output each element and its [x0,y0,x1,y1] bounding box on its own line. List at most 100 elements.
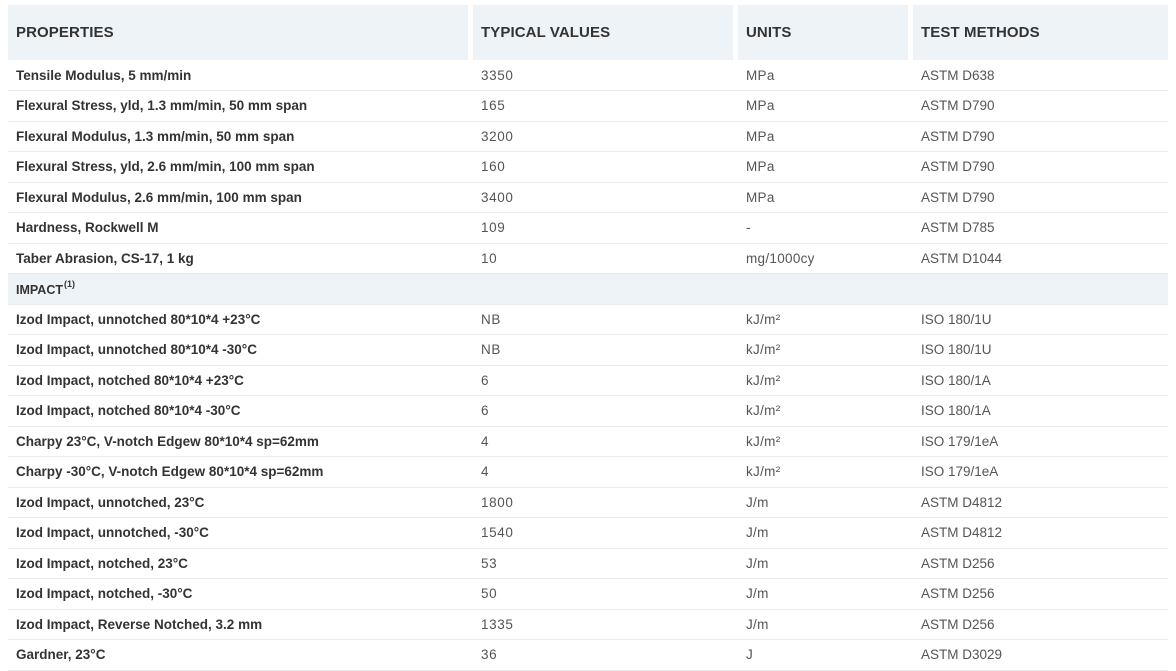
value-cell: 4 [473,457,738,488]
property-cell: Charpy 23°C, V-notch Edgew 80*10*4 sp=62… [8,427,473,457]
header-test-methods: TEST METHODS [913,5,1168,60]
property-cell: Gardner, 23°C [8,640,473,671]
value-cell: 3400 [473,183,738,213]
unit-cell: mg/1000cy [738,244,913,274]
value-cell: 1800 [473,488,738,518]
table-row: Izod Impact, unnotched, 23°C 1800 J/m AS… [8,488,1168,518]
value-cell: 50 [473,579,738,610]
test-method-cell: ASTM D790 [913,122,1168,152]
table-row: Izod Impact, notched 80*10*4 -30°C 6 kJ/… [8,396,1168,427]
table-row: Izod Impact, notched 80*10*4 +23°C 6 kJ/… [8,366,1168,396]
unit-cell: kJ/m² [738,457,913,488]
test-method-cell: ASTM D256 [913,610,1168,640]
value-cell: 36 [473,640,738,671]
test-method-cell: ASTM D790 [913,183,1168,213]
section-empty-cell [738,274,913,305]
test-method-cell: ASTM D638 [913,60,1168,91]
unit-cell: J/m [738,488,913,518]
value-cell: 6 [473,366,738,396]
property-cell: Izod Impact, unnotched 80*10*4 +23°C [8,305,473,335]
section-empty-cell [913,274,1168,305]
table-row: Izod Impact, notched, -30°C 50 J/m ASTM … [8,579,1168,610]
table-row: Flexural Modulus, 2.6 mm/min, 100 mm spa… [8,183,1168,213]
test-method-cell: ASTM D256 [913,579,1168,610]
unit-cell: J/m [738,549,913,579]
header-typical-values: TYPICAL VALUES [473,5,738,60]
property-cell: Izod Impact, Reverse Notched, 3.2 mm [8,610,473,640]
table-row: Izod Impact, Reverse Notched, 3.2 mm 133… [8,610,1168,640]
unit-cell: MPa [738,91,913,122]
value-cell: NB [473,305,738,335]
header-units: UNITS [738,5,913,60]
table-row: Flexural Stress, yld, 2.6 mm/min, 100 mm… [8,152,1168,183]
unit-cell: J/m [738,518,913,549]
value-cell: 3200 [473,122,738,152]
section-empty-cell [473,274,738,305]
unit-cell: MPa [738,122,913,152]
test-method-cell: ASTM D4812 [913,518,1168,549]
property-cell: Izod Impact, unnotched, 23°C [8,488,473,518]
test-method-cell: ASTM D790 [913,152,1168,183]
unit-cell: MPa [738,152,913,183]
property-cell: Taber Abrasion, CS-17, 1 kg [8,244,473,274]
property-cell: Izod Impact, unnotched, -30°C [8,518,473,549]
test-method-cell: ISO 179/1eA [913,427,1168,457]
test-method-cell: ASTM D3029 [913,640,1168,671]
property-cell: Hardness, Rockwell M [8,213,473,244]
unit-cell: kJ/m² [738,335,913,366]
property-cell: Flexural Modulus, 2.6 mm/min, 100 mm spa… [8,183,473,213]
test-method-cell: ISO 180/1U [913,335,1168,366]
table-row: Izod Impact, unnotched 80*10*4 +23°C NB … [8,305,1168,335]
test-method-cell: ASTM D785 [913,213,1168,244]
property-cell: Izod Impact, notched 80*10*4 -30°C [8,396,473,427]
unit-cell: MPa [738,183,913,213]
test-method-cell: ASTM D790 [913,91,1168,122]
table-row: Tensile Modulus, 5 mm/min 3350 MPa ASTM … [8,60,1168,91]
value-cell: 6 [473,396,738,427]
value-cell: 1540 [473,518,738,549]
value-cell: NB [473,335,738,366]
section-label-cell: IMPACT(1) [8,274,473,305]
unit-cell: - [738,213,913,244]
test-method-cell: ASTM D4812 [913,488,1168,518]
table-row: Izod Impact, notched, 23°C 53 J/m ASTM D… [8,549,1168,579]
table-row: Izod Impact, unnotched 80*10*4 -30°C NB … [8,335,1168,366]
table-row: Charpy 23°C, V-notch Edgew 80*10*4 sp=62… [8,427,1168,457]
property-cell: Izod Impact, notched, 23°C [8,549,473,579]
properties-table-container: PROPERTIES TYPICAL VALUES UNITS TEST MET… [0,0,1176,671]
table-row: Charpy -30°C, V-notch Edgew 80*10*4 sp=6… [8,457,1168,488]
property-cell: Izod Impact, unnotched 80*10*4 -30°C [8,335,473,366]
table-row: Hardness, Rockwell M 109 - ASTM D785 [8,213,1168,244]
property-cell: Charpy -30°C, V-notch Edgew 80*10*4 sp=6… [8,457,473,488]
test-method-cell: ISO 179/1eA [913,457,1168,488]
section-footnote: (1) [64,278,75,289]
test-method-cell: ISO 180/1A [913,396,1168,427]
unit-cell: kJ/m² [738,305,913,335]
property-cell: Flexural Stress, yld, 1.3 mm/min, 50 mm … [8,91,473,122]
unit-cell: MPa [738,60,913,91]
value-cell: 1335 [473,610,738,640]
unit-cell: kJ/m² [738,396,913,427]
property-cell: Flexural Stress, yld, 2.6 mm/min, 100 mm… [8,152,473,183]
property-cell: Flexural Modulus, 1.3 mm/min, 50 mm span [8,122,473,152]
test-method-cell: ISO 180/1U [913,305,1168,335]
table-header: PROPERTIES TYPICAL VALUES UNITS TEST MET… [8,5,1168,60]
property-cell: Izod Impact, notched 80*10*4 +23°C [8,366,473,396]
test-method-cell: ISO 180/1A [913,366,1168,396]
table-row: Flexural Stress, yld, 1.3 mm/min, 50 mm … [8,91,1168,122]
table-row: Flexural Modulus, 1.3 mm/min, 50 mm span… [8,122,1168,152]
value-cell: 160 [473,152,738,183]
unit-cell: J [738,640,913,671]
properties-table: PROPERTIES TYPICAL VALUES UNITS TEST MET… [8,5,1168,671]
table-body: Tensile Modulus, 5 mm/min 3350 MPa ASTM … [8,60,1168,671]
unit-cell: J/m [738,579,913,610]
header-properties: PROPERTIES [8,5,473,60]
value-cell: 10 [473,244,738,274]
property-cell: Tensile Modulus, 5 mm/min [8,60,473,91]
test-method-cell: ASTM D256 [913,549,1168,579]
table-row: Izod Impact, unnotched, -30°C 1540 J/m A… [8,518,1168,549]
value-cell: 4 [473,427,738,457]
section-label: IMPACT [16,282,63,297]
test-method-cell: ASTM D1044 [913,244,1168,274]
header-row: PROPERTIES TYPICAL VALUES UNITS TEST MET… [8,5,1168,60]
